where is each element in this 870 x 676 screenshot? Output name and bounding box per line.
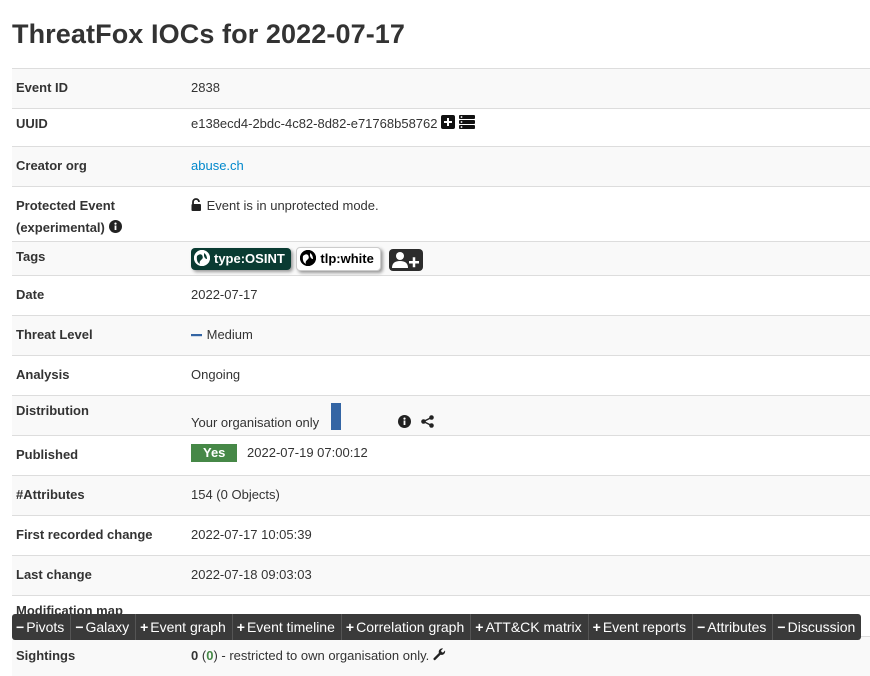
- tab-label: Discussion: [788, 619, 856, 635]
- event-details-table: Event ID 2838 UUID e138ecd4-2bdc-4c82-8d…: [12, 68, 870, 676]
- row-date: Date 2022-07-17: [12, 276, 870, 316]
- row-published: Published Yes 2022-07-19 07:00:12: [12, 436, 870, 476]
- tab-correlation-graph[interactable]: +Correlation graph: [342, 614, 471, 640]
- tab-toggle-icon: −: [777, 619, 785, 635]
- tab-pivots[interactable]: −Pivots: [12, 614, 71, 640]
- sightings-text: - restricted to own organisation only.: [218, 648, 429, 663]
- tab-label: Correlation graph: [356, 619, 464, 635]
- first-change-value: 2022-07-17 10:05:39: [191, 516, 870, 556]
- row-tags: Tags type:OSINT tlp:white: [12, 242, 870, 276]
- globe-icon: [194, 250, 210, 266]
- analysis-value: Ongoing: [191, 356, 870, 396]
- date-value: 2022-07-17: [191, 276, 870, 316]
- date-label: Date: [12, 276, 191, 316]
- tab-event-graph[interactable]: +Event graph: [136, 614, 233, 640]
- tab-toggle-icon: −: [697, 619, 705, 635]
- row-threat-level: Threat Level Medium: [12, 316, 870, 356]
- analysis-label: Analysis: [12, 356, 191, 396]
- tag-label: type:OSINT: [214, 251, 285, 266]
- tab-event-reports[interactable]: +Event reports: [589, 614, 693, 640]
- row-sightings: Sightings 0 (0) - restricted to own orga…: [12, 637, 870, 676]
- tab-discussion[interactable]: −Discussion: [773, 614, 861, 640]
- tab-toggle-icon: −: [75, 619, 83, 635]
- protected-label: Protected Event: [16, 198, 115, 213]
- tab-toggle-icon: +: [140, 619, 148, 635]
- tags-label: Tags: [12, 242, 191, 276]
- event-view-tabs: −Pivots −Galaxy +Event graph +Event time…: [12, 614, 861, 640]
- published-date: 2022-07-19 07:00:12: [247, 445, 368, 460]
- tab-galaxy[interactable]: −Galaxy: [71, 614, 136, 640]
- page-title: ThreatFox IOCs for 2022-07-17: [12, 19, 405, 50]
- creator-org-label: Creator org: [12, 147, 191, 187]
- row-event-id: Event ID 2838: [12, 69, 870, 109]
- row-first-change: First recorded change 2022-07-17 10:05:3…: [12, 516, 870, 556]
- first-change-label: First recorded change: [12, 516, 191, 556]
- tab-toggle-icon: +: [237, 619, 245, 635]
- tab-event-timeline[interactable]: +Event timeline: [233, 614, 342, 640]
- wrench-icon[interactable]: [433, 646, 446, 668]
- last-change-label: Last change: [12, 556, 191, 596]
- info-icon[interactable]: [109, 218, 122, 240]
- threat-level-label: Threat Level: [12, 316, 191, 356]
- share-icon[interactable]: [421, 413, 434, 435]
- add-tag-button[interactable]: [389, 249, 423, 271]
- distribution-value: Your organisation only: [191, 415, 319, 430]
- creator-org-link[interactable]: abuse.ch: [191, 158, 244, 173]
- row-protected: Protected Event (experimental) Event is …: [12, 187, 870, 242]
- minus-icon: [191, 325, 203, 347]
- tab-label: Event timeline: [247, 619, 335, 635]
- threat-level-value: Medium: [207, 327, 253, 342]
- tag-label: tlp:white: [320, 251, 373, 266]
- last-change-value: 2022-07-18 09:03:03: [191, 556, 870, 596]
- tab-label: Galaxy: [86, 619, 130, 635]
- user-plus-icon: [389, 249, 423, 271]
- distribution-label: Distribution: [12, 396, 191, 436]
- tab-toggle-icon: +: [593, 619, 601, 635]
- tab-attack-matrix[interactable]: +ATT&CK matrix: [471, 614, 588, 640]
- row-attributes: #Attributes 154 (0 Objects): [12, 476, 870, 516]
- distribution-bar: [331, 403, 341, 430]
- server-icon[interactable]: [459, 114, 475, 136]
- row-last-change: Last change 2022-07-18 09:03:03: [12, 556, 870, 596]
- tab-label: Event reports: [603, 619, 686, 635]
- attributes-value: 154 (0 Objects): [191, 476, 870, 516]
- event-id-label: Event ID: [12, 69, 191, 109]
- protected-value: Event is in unprotected mode.: [207, 198, 379, 213]
- row-analysis: Analysis Ongoing: [12, 356, 870, 396]
- tab-attributes[interactable]: −Attributes: [693, 614, 773, 640]
- attributes-label: #Attributes: [12, 476, 191, 516]
- tab-toggle-icon: +: [475, 619, 483, 635]
- row-distribution: Distribution Your organisation only: [12, 396, 870, 436]
- tab-label: ATT&CK matrix: [485, 619, 581, 635]
- tab-label: Attributes: [707, 619, 766, 635]
- uuid-value: e138ecd4-2bdc-4c82-8d82-e71768b58762: [191, 116, 438, 131]
- plus-square-icon[interactable]: [441, 114, 455, 136]
- row-creator-org: Creator org abuse.ch: [12, 147, 870, 187]
- event-id-value: 2838: [191, 69, 870, 109]
- published-label: Published: [12, 436, 191, 476]
- globe-icon: [300, 250, 316, 266]
- protected-label-experimental: (experimental): [16, 220, 105, 235]
- tag-type-osint[interactable]: type:OSINT: [191, 248, 291, 270]
- published-badge: Yes: [191, 444, 237, 462]
- sightings-count: 0: [191, 648, 198, 663]
- info-icon[interactable]: [398, 413, 411, 435]
- tab-label: Pivots: [26, 619, 64, 635]
- tag-tlp-white[interactable]: tlp:white: [296, 247, 380, 271]
- unlock-icon: [191, 196, 203, 218]
- row-uuid: UUID e138ecd4-2bdc-4c82-8d82-e71768b5876…: [12, 109, 870, 147]
- sightings-label: Sightings: [12, 637, 191, 676]
- tab-label: Event graph: [150, 619, 226, 635]
- tab-toggle-icon: −: [16, 619, 24, 635]
- uuid-label: UUID: [12, 109, 191, 147]
- tab-toggle-icon: +: [346, 619, 354, 635]
